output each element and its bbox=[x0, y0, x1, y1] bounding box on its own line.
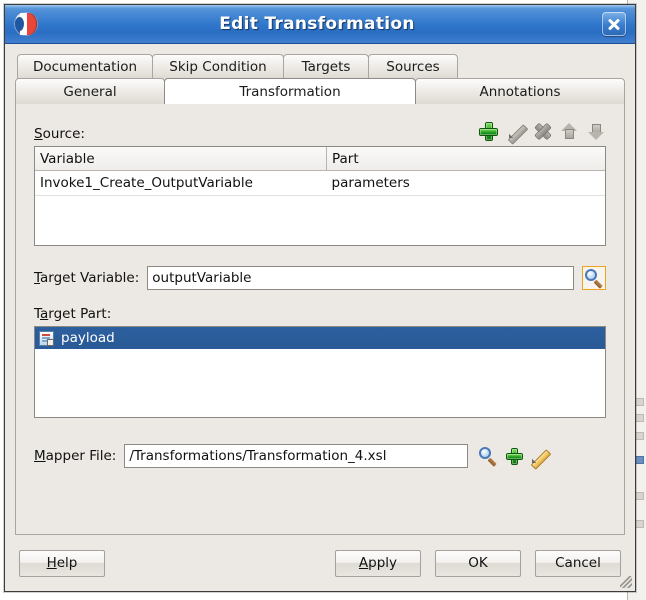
help-button[interactable]: Help bbox=[19, 549, 105, 577]
tab-transformation[interactable]: Transformation bbox=[164, 78, 416, 104]
mapper-file-label-text: apper File: bbox=[45, 448, 117, 464]
target-variable-label-text: arget Variable: bbox=[40, 270, 140, 286]
close-icon[interactable] bbox=[602, 12, 626, 36]
tab-annotations[interactable]: Annotations bbox=[415, 78, 625, 104]
cancel-button[interactable]: Cancel bbox=[535, 549, 621, 577]
tab-skip-condition[interactable]: Skip Condition bbox=[152, 54, 284, 79]
document-part-icon bbox=[39, 330, 54, 346]
magnifier-icon[interactable] bbox=[582, 266, 606, 290]
transformation-tab-panel: Source: Variable Part Invoke1_Create_Out… bbox=[15, 103, 625, 535]
mapper-file-input[interactable] bbox=[124, 444, 469, 468]
source-toolbar bbox=[479, 122, 606, 142]
target-part-label: Target Part: bbox=[34, 306, 112, 322]
column-header-variable[interactable]: Variable bbox=[35, 147, 327, 171]
tab-label: General bbox=[63, 84, 117, 100]
cell-variable: Invoke1_Create_OutputVariable bbox=[35, 170, 327, 196]
source-section-header: Source: bbox=[34, 120, 606, 142]
tab-bar: Documentation Skip Condition Targets Sou… bbox=[5, 44, 635, 104]
apply-button[interactable]: Apply bbox=[335, 549, 421, 577]
list-item-label: payload bbox=[61, 330, 115, 346]
target-variable-label: Target Variable: bbox=[34, 270, 140, 286]
help-button-label: elp bbox=[56, 555, 78, 571]
dialog-title: Edit Transformation bbox=[219, 14, 415, 34]
tab-label: Annotations bbox=[479, 84, 561, 100]
delete-x-icon[interactable] bbox=[533, 122, 552, 141]
pencil-icon[interactable] bbox=[529, 447, 548, 466]
list-item[interactable]: payload bbox=[35, 327, 605, 349]
apply-button-label: pply bbox=[368, 555, 398, 571]
jdeveloper-logo-icon bbox=[14, 12, 38, 36]
tab-row-top: Documentation Skip Condition Targets Sou… bbox=[17, 54, 625, 79]
target-part-label-text: rget Part: bbox=[48, 306, 112, 322]
column-header-part[interactable]: Part bbox=[326, 147, 605, 171]
tab-label: Documentation bbox=[32, 59, 138, 75]
table-header-row: Variable Part bbox=[35, 147, 605, 171]
tab-row-bottom: General Transformation Annotations bbox=[15, 78, 625, 104]
target-part-section: Target Part: payload bbox=[34, 306, 606, 418]
mapper-file-row: Mapper File: bbox=[34, 444, 606, 468]
table-row[interactable]: Invoke1_Create_OutputVariable parameters bbox=[35, 170, 605, 196]
resize-grip[interactable] bbox=[620, 576, 632, 588]
cell-part: parameters bbox=[326, 170, 605, 196]
tab-sources[interactable]: Sources bbox=[368, 54, 458, 79]
mapper-file-label: Mapper File: bbox=[34, 448, 117, 464]
tab-label: Skip Condition bbox=[169, 59, 267, 75]
source-table[interactable]: Variable Part Invoke1_Create_OutputVaria… bbox=[34, 146, 606, 246]
arrow-down-icon[interactable] bbox=[587, 122, 606, 141]
dialog-button-bar: Help Apply OK Cancel bbox=[5, 535, 635, 591]
source-label-text: ource: bbox=[42, 126, 85, 142]
target-variable-input[interactable] bbox=[147, 266, 574, 290]
tab-label: Transformation bbox=[239, 84, 341, 100]
dialog-titlebar[interactable]: Edit Transformation bbox=[5, 5, 635, 44]
target-part-list[interactable]: payload bbox=[34, 326, 606, 418]
plus-icon[interactable] bbox=[479, 122, 498, 141]
pencil-icon[interactable] bbox=[506, 122, 525, 141]
tab-label: Targets bbox=[301, 59, 351, 75]
dialog-body: Documentation Skip Condition Targets Sou… bbox=[5, 44, 635, 591]
plus-icon[interactable] bbox=[506, 448, 523, 465]
tab-targets[interactable]: Targets bbox=[283, 54, 369, 79]
target-variable-row: Target Variable: bbox=[34, 266, 606, 290]
tab-documentation[interactable]: Documentation bbox=[17, 54, 153, 79]
tab-label: Sources bbox=[386, 59, 440, 75]
tab-general[interactable]: General bbox=[15, 78, 165, 104]
source-label: Source: bbox=[34, 126, 85, 142]
ok-button[interactable]: OK bbox=[435, 549, 521, 577]
edit-transformation-dialog: Edit Transformation Documentation Skip C… bbox=[4, 4, 636, 592]
arrow-up-icon[interactable] bbox=[560, 122, 579, 141]
mapper-file-actions bbox=[476, 444, 548, 468]
magnifier-icon[interactable] bbox=[476, 444, 500, 468]
